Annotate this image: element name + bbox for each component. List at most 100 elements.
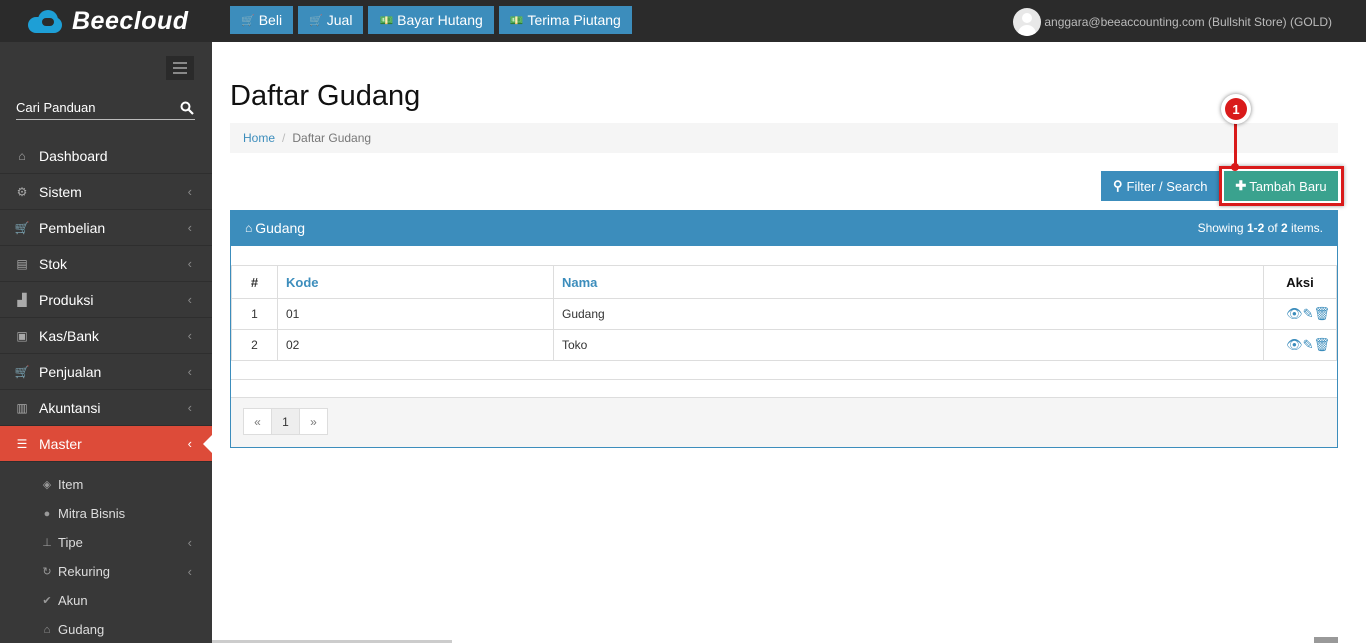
chevron-left-icon: ‹ [187, 564, 192, 579]
column-header-number: # [231, 265, 278, 299]
submenu-item-gudang[interactable]: ⌂ Gudang [0, 615, 212, 644]
edit-icon[interactable]: ✎ [1303, 337, 1314, 352]
gears-icon: ⚙ [16, 184, 28, 199]
sitemap-icon: ⊥ [42, 537, 52, 549]
submenu-item-label: Gudang [58, 622, 105, 637]
chevron-left-icon: ‹ [187, 220, 192, 235]
jual-button[interactable]: 🛒 Jual [298, 6, 364, 34]
edit-icon[interactable]: ✎ [1303, 306, 1314, 321]
sidebar-item-akuntansi[interactable]: ▥ Akuntansi ‹ [0, 390, 212, 426]
archive-icon: ▤ [16, 256, 28, 271]
search-icon[interactable] [180, 101, 194, 115]
sidebar-item-label: Kas/Bank [39, 327, 99, 344]
check-icon: ✔ [42, 595, 52, 607]
cart-icon: 🛒 [14, 220, 30, 235]
cell-actions: 👁✎🗑 [1263, 298, 1337, 330]
view-icon[interactable]: 👁 [1286, 337, 1303, 352]
sidebar-item-label: Master [39, 435, 82, 452]
submenu-item-akun[interactable]: ✔ Akun [0, 586, 212, 615]
bar-chart-icon: ▥ [16, 400, 28, 415]
sidebar-item-label: Penjualan [39, 363, 102, 380]
breadcrumb: Home / Daftar Gudang [230, 123, 1338, 153]
submenu-item-label: Tipe [58, 535, 83, 550]
sidebar-item-kas-bank[interactable]: ▣ Kas/Bank ‹ [0, 318, 212, 354]
pager-prev-button[interactable]: « [243, 408, 272, 435]
annotation-marker: 1 [1221, 94, 1251, 124]
table-header-row: # Kode Nama Aksi [231, 265, 1337, 299]
annotation-pointer-dot [1231, 163, 1239, 171]
filter-search-button[interactable]: ⚲ Filter / Search [1101, 171, 1220, 201]
chevron-left-icon: ‹ [187, 184, 192, 199]
bayar-hutang-label: Bayar Hutang [397, 12, 483, 28]
main-content: Daftar Gudang Home / Daftar Gudang ⚲ Fil… [212, 42, 1354, 643]
pager-page-1[interactable]: 1 [271, 408, 300, 435]
sidebar-item-produksi[interactable]: ▟ Produksi ‹ [0, 282, 212, 318]
bayar-hutang-button[interactable]: 💵 Bayar Hutang [368, 6, 494, 34]
submenu-item-item[interactable]: ◈ Item [0, 470, 212, 499]
sidebar-item-dashboard[interactable]: ⌂ Dashboard [0, 138, 212, 174]
showing-prefix: Showing [1197, 221, 1247, 235]
dashboard-icon: ⌂ [18, 148, 26, 163]
money-icon: 💵 [379, 14, 394, 27]
sidebar-item-master[interactable]: ☰ Master ‹ [0, 426, 212, 462]
plus-icon: ✚ [1235, 178, 1247, 193]
column-header-kode[interactable]: Kode [277, 265, 554, 299]
sidebar-item-label: Sistem [39, 183, 82, 200]
panel-footer: « 1 » [231, 398, 1337, 447]
submenu-item-label: Item [58, 477, 84, 492]
table-spacer [231, 360, 1337, 398]
submenu-item-label: Akun [58, 593, 88, 608]
gudang-table: # Kode Nama Aksi 1 01 Gudang 👁✎🗑 2 02 To… [231, 265, 1337, 361]
breadcrumb-home-link[interactable]: Home [243, 131, 275, 145]
chevron-left-icon: ‹ [187, 292, 192, 307]
sidebar-menu: ⌂ Dashboard ⚙ Sistem ‹ 🛒 Pembelian ‹ ▤ Stok ‹ ▟… [0, 138, 212, 644]
user-menu[interactable]: anggara@beeaccounting.com (Bullshit Stor… [1013, 8, 1332, 36]
beli-button[interactable]: 🛒 Beli [230, 6, 294, 34]
page-scrollbar[interactable] [1354, 42, 1366, 643]
cell-nama: Toko [553, 329, 1264, 361]
submenu-item-label: Mitra Bisnis [58, 506, 126, 521]
submenu-item-tipe[interactable]: ⊥ Tipe ‹ [0, 528, 212, 557]
users-icon: ● [43, 507, 51, 520]
cell-nama: Gudang [553, 298, 1264, 330]
breadcrumb-separator: / [282, 131, 286, 145]
panel-title: Gudang [255, 220, 306, 236]
search-input[interactable]: Cari Panduan [16, 98, 195, 120]
database-icon: ☰ [16, 436, 28, 451]
showing-summary: Showing 1-2 of 2 items. [1198, 221, 1323, 235]
terima-piutang-button[interactable]: 💵 Terima Piutang [498, 6, 632, 34]
sidebar-item-penjualan[interactable]: 🛒 Penjualan ‹ [0, 354, 212, 390]
industry-icon: ▟ [17, 292, 27, 307]
sidebar-toggle-button[interactable] [166, 56, 194, 80]
sidebar-item-label: Akuntansi [39, 399, 101, 416]
refresh-icon: ↻ [42, 566, 52, 578]
money-icon: ▣ [16, 328, 28, 343]
page-title: Daftar Gudang [230, 80, 421, 112]
top-nav: 🛒 Beli 🛒 Jual 💵 Bayar Hutang 💵 Terima Piutan… [230, 6, 632, 34]
submenu-item-mitra-bisnis[interactable]: ● Mitra Bisnis [0, 499, 212, 528]
pagination: « 1 » [243, 408, 328, 435]
submenu-item-rekuring[interactable]: ↻ Rekuring ‹ [0, 557, 212, 586]
trash-icon[interactable]: 🗑 [1313, 306, 1330, 321]
search-label: Cari Panduan [16, 100, 96, 115]
column-header-nama[interactable]: Nama [553, 265, 1264, 299]
chevron-left-icon: ‹ [187, 400, 192, 415]
tambah-baru-button[interactable]: ✚ Tambah Baru [1224, 171, 1338, 201]
scroll-to-top-button[interactable] [1314, 637, 1338, 643]
sidebar-item-pembelian[interactable]: 🛒 Pembelian ‹ [0, 210, 212, 246]
table-row: 2 02 Toko 👁✎🗑 [231, 329, 1337, 361]
annotation-marker-number: 1 [1225, 98, 1247, 120]
pager-next-button[interactable]: » [299, 408, 328, 435]
showing-of: of [1264, 221, 1281, 235]
trash-icon[interactable]: 🗑 [1313, 337, 1330, 352]
showing-suffix: items. [1287, 221, 1323, 235]
view-icon[interactable]: 👁 [1286, 306, 1303, 321]
search-icon: ⚲ [1113, 178, 1123, 193]
filter-search-label: Filter / Search [1126, 178, 1208, 194]
sidebar-item-stok[interactable]: ▤ Stok ‹ [0, 246, 212, 282]
sidebar: Cari Panduan ⌂ Dashboard ⚙ Sistem ‹ 🛒 Pembel… [0, 42, 212, 643]
sidebar-item-sistem[interactable]: ⚙ Sistem ‹ [0, 174, 212, 210]
money-icon: 💵 [509, 14, 524, 27]
logo[interactable]: Beecloud [0, 0, 212, 42]
gudang-panel: ⌂ Gudang Showing 1-2 of 2 items. # Kode … [230, 210, 1338, 448]
